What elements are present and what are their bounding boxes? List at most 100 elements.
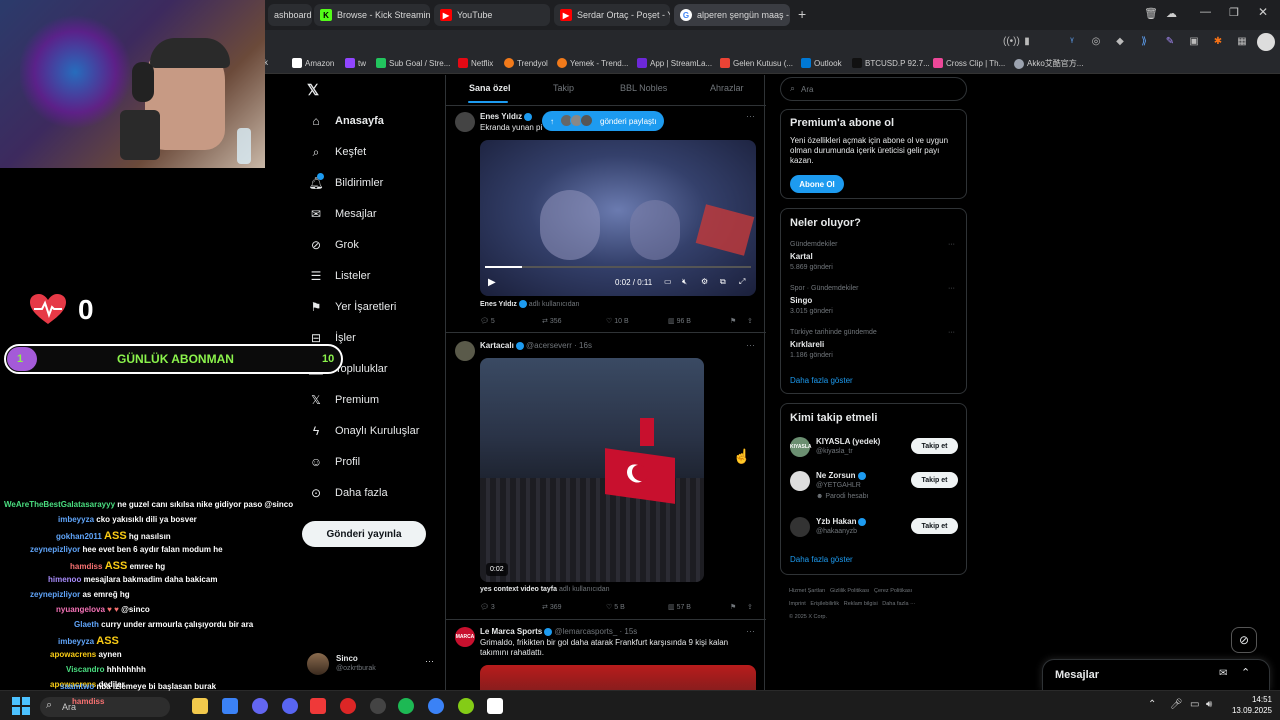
captions-icon[interactable]: ▭ — [664, 277, 672, 286]
mute-icon[interactable]: 🔇︎ — [682, 277, 687, 287]
footer-link[interactable]: Çerez Politikası — [874, 588, 912, 594]
vivaldi-icon[interactable] — [310, 698, 326, 714]
share-pill[interactable]: ↑ gönderi paylaştı — [542, 111, 665, 131]
share-icon[interactable]: ⇪ — [747, 317, 753, 325]
post-more-icon[interactable]: ··· — [746, 111, 755, 121]
tab-for-you[interactable]: Sana özel — [469, 83, 511, 93]
extension-icon[interactable]: ⟫ — [1138, 36, 1150, 48]
post-button[interactable]: Gönderi yayınla — [302, 521, 426, 547]
footer-link[interactable]: Gizlilik Politikası — [830, 588, 869, 594]
nav-verified-orgs[interactable]: ϟ Onaylı Kuruluşlar — [309, 421, 420, 441]
bookmark-outlook[interactable]: Outlook — [801, 58, 842, 68]
tab-kick[interactable]: K Browse - Kick Streaming — [314, 4, 430, 26]
nav-explore[interactable]: ⌕ Keşfet — [309, 142, 367, 162]
extension-icon[interactable]: ✱ — [1212, 36, 1224, 48]
windows-start-icon[interactable] — [12, 697, 30, 715]
bookmark-gmail[interactable]: Gelen Kutusu (... — [720, 58, 793, 68]
nav-more[interactable]: ⊙ Daha fazla — [309, 483, 388, 503]
avatar[interactable] — [455, 341, 475, 361]
footer-link[interactable]: Reklam bilgisi — [844, 601, 878, 607]
app-icon[interactable] — [428, 698, 444, 714]
spotify-icon[interactable] — [398, 698, 414, 714]
nav-grok[interactable]: ⊘ Grok — [309, 235, 359, 255]
follow-suggestion[interactable]: Yzb Hakan @hakaanyzb Takip et — [781, 514, 966, 544]
video-player[interactable]: 0:02 — [480, 358, 704, 582]
monitor-icon[interactable]: ▭ — [1190, 699, 1199, 710]
app-icon[interactable] — [340, 698, 356, 714]
maximize-button[interactable]: ❐ — [1229, 6, 1239, 19]
bookmark-btc[interactable]: BTCUSD.P 92.7... — [852, 58, 930, 68]
x-logo-icon[interactable]: 𝕏 — [307, 81, 319, 99]
messages-drawer[interactable]: Mesajlar ✉ ⌃ — [1042, 659, 1270, 690]
tab-ahrazlar[interactable]: Ahrazlar — [710, 83, 744, 93]
follow-suggestion[interactable]: KIYASLA KIYASLA (yedek) @kiyasla_tr Taki… — [781, 434, 966, 464]
extensions-menu-icon[interactable]: ▦ — [1236, 36, 1248, 48]
bookmark-icon[interactable]: ⚑ — [730, 603, 736, 611]
bookmark-netflix[interactable]: Netflix — [458, 58, 493, 68]
repost-button[interactable]: ⇄ 369 — [542, 603, 562, 611]
subscribe-button[interactable]: Abone Ol — [790, 175, 844, 193]
grok-button[interactable]: ⊘ — [1231, 627, 1257, 653]
reply-button[interactable]: 💬︎ 3 — [480, 603, 495, 611]
bookmark-amazon[interactable]: Amazon — [292, 58, 334, 68]
broadcast-icon[interactable]: ((•)) — [1003, 36, 1020, 48]
follow-button[interactable]: Takip et — [911, 518, 958, 534]
bookmark-streamlabs[interactable]: App | StreamLa... — [637, 58, 712, 68]
extension-icon[interactable]: ▣ — [1188, 36, 1200, 48]
reply-button[interactable]: 💬︎ 5 — [480, 317, 495, 325]
store-icon[interactable] — [222, 698, 238, 714]
nav-home[interactable]: ⌂ Anasayfa — [309, 111, 384, 131]
follow-button[interactable]: Takip et — [911, 472, 958, 488]
profile-avatar[interactable] — [307, 653, 329, 675]
settings-icon[interactable]: ⚙ — [701, 277, 708, 286]
pip-icon[interactable]: ⧉ — [720, 277, 726, 287]
repost-button[interactable]: ⇄ 356 — [542, 317, 562, 325]
tab-bbl-nobles[interactable]: BBL Nobles — [620, 83, 667, 93]
fullscreen-icon[interactable]: ⤢ — [739, 277, 745, 287]
share-icon[interactable]: ⇪ — [747, 603, 753, 611]
post-more-icon[interactable]: ··· — [746, 340, 755, 350]
extension-icon[interactable]: ◎ — [1090, 36, 1102, 48]
post-author[interactable]: Le Marca Sports @lemarcasports_ · 15s — [480, 627, 637, 636]
new-message-icon[interactable]: ✉ — [1219, 668, 1227, 679]
post-more-icon[interactable]: ··· — [746, 626, 755, 636]
tab-following[interactable]: Takip — [553, 83, 574, 93]
like-button[interactable]: ♡ 10 B — [606, 317, 629, 325]
bookmark-twitch[interactable]: tw — [345, 58, 366, 68]
app-icon[interactable] — [252, 698, 268, 714]
views-button[interactable]: ▥ 57 B — [668, 603, 691, 611]
play-icon[interactable]: ▶ — [488, 277, 496, 288]
bookmark-icon[interactable]: ⚑ — [730, 317, 736, 325]
bookmark-akko[interactable]: Akko艾酷官方... — [1014, 58, 1083, 69]
extension-icon[interactable]: ✎ — [1164, 36, 1176, 48]
trash-icon[interactable]: 🗑 — [1144, 7, 1158, 20]
avatar[interactable] — [455, 112, 475, 132]
tab-serdar[interactable]: ▶ Serdar Ortaç - Poşet - YouT — [554, 4, 670, 26]
follow-button[interactable]: Takip et — [911, 438, 958, 454]
footer-link[interactable]: Daha fazla ··· — [882, 601, 915, 607]
search-input[interactable]: ⌕ Ara — [780, 77, 967, 101]
obs-icon[interactable] — [370, 698, 386, 714]
nav-profile[interactable]: ☺ Profil — [309, 452, 360, 472]
nav-lists[interactable]: ☰ Listeler — [309, 266, 371, 286]
chevron-up-icon[interactable]: ⌃ — [1148, 699, 1156, 710]
bookmark-crossclip[interactable]: Cross Clip | Th... — [933, 58, 1005, 68]
nav-notifications[interactable]: 🔔︎ Bildirimler — [308, 173, 383, 193]
bookmark-sub-goal[interactable]: Sub Goal / Stre... — [376, 58, 450, 68]
cloud-icon[interactable]: ☁ — [1166, 7, 1177, 20]
clock-time[interactable]: 14:51 — [1222, 695, 1272, 704]
microphone-icon[interactable]: 🎤︎ — [1170, 699, 1183, 710]
tab-dashboard[interactable]: ashboard — [268, 4, 312, 26]
trend-item[interactable]: Spor · Gündemdekiler Singo 3.015 gönderi… — [781, 283, 966, 325]
like-button[interactable]: ♡ 5 B — [606, 603, 625, 611]
bookmark-star-icon[interactable]: ▮ — [1021, 36, 1033, 48]
nav-bookmarks[interactable]: ⚑ Yer İşaretleri — [309, 297, 397, 317]
footer-link[interactable]: Erişilebilirlik — [810, 601, 839, 607]
minimize-button[interactable]: — — [1200, 6, 1211, 18]
trend-more-icon[interactable]: ··· — [948, 329, 955, 336]
close-window-button[interactable]: ✕ — [1258, 5, 1268, 19]
tab-google[interactable]: G alperen şengün maaş - Goo — [674, 4, 790, 26]
video-player[interactable]: ▶ 0:02 / 0:11 ▭ 🔇︎ ⚙ ⧉ ⤢ — [480, 140, 756, 296]
footer-link[interactable]: Imprint — [789, 601, 806, 607]
show-more-trends-link[interactable]: Daha fazla göster — [790, 376, 853, 385]
